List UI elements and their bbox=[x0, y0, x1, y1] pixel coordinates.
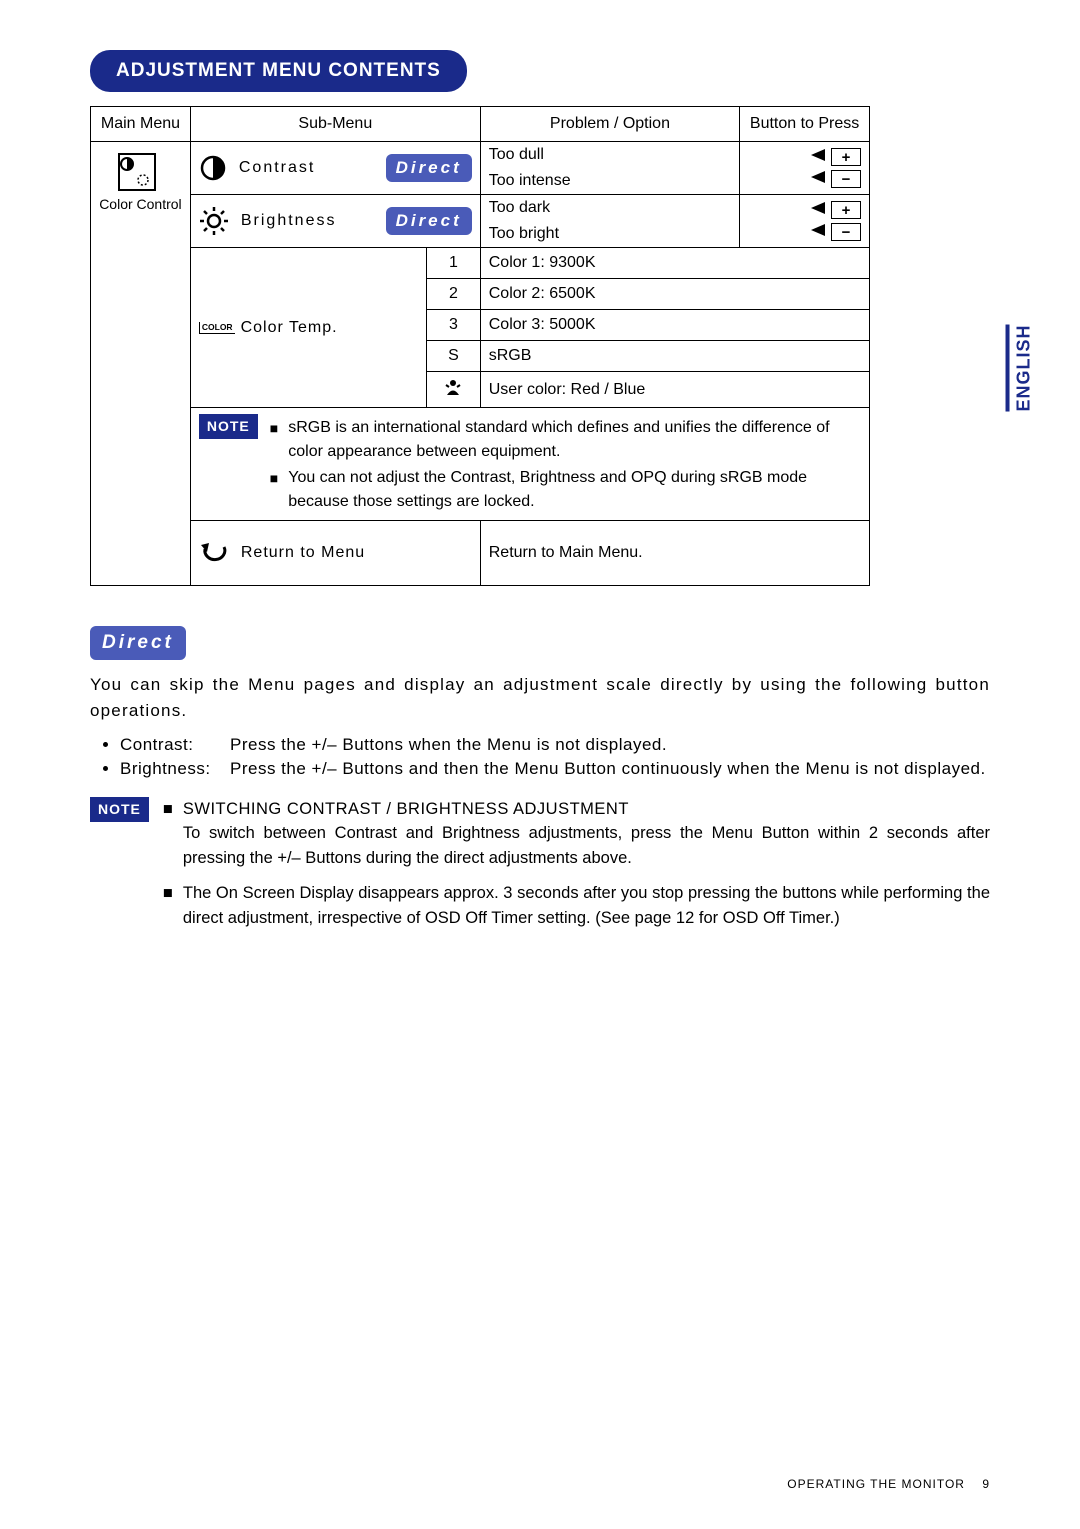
brightness-options: Too dark Too bright bbox=[480, 195, 739, 248]
page-title-pill: ADJUSTMENT MENU CONTENTS bbox=[90, 50, 467, 92]
brightness-icon bbox=[199, 206, 229, 236]
direct-item-brightness: Brightness: Press the +/– Buttons and th… bbox=[120, 759, 990, 779]
colortemp-key-s: S bbox=[427, 341, 481, 372]
contrast-opt-dull: Too dull bbox=[481, 142, 739, 168]
header-main-menu: Main Menu bbox=[91, 107, 191, 142]
contrast-icon bbox=[199, 154, 227, 182]
direct-term-contrast: Contrast: bbox=[120, 735, 230, 755]
pointer-icon bbox=[811, 201, 827, 219]
page-footer: OPERATING THE MONITOR 9 bbox=[787, 1477, 990, 1491]
contrast-label: Contrast bbox=[239, 159, 315, 177]
language-tab: ENGLISH bbox=[1006, 325, 1035, 412]
note-cell: NOTE ■sRGB is an international standard … bbox=[190, 408, 869, 521]
direct-note-badge: NOTE bbox=[90, 797, 149, 822]
colortemp-key-user bbox=[427, 372, 481, 408]
contrast-buttons: + − bbox=[740, 142, 870, 195]
adjustment-menu-table: Main Menu Sub-Menu Problem / Option Butt… bbox=[90, 106, 870, 586]
brightness-label: Brightness bbox=[241, 212, 337, 230]
direct-intro: You can skip the Menu pages and display … bbox=[90, 672, 990, 725]
pointer-icon bbox=[811, 148, 827, 166]
brightness-opt-bright: Too bright bbox=[481, 221, 739, 247]
direct-bullet-list: Contrast: Press the +/– Buttons when the… bbox=[90, 735, 990, 779]
footer-page: 9 bbox=[982, 1477, 990, 1491]
main-menu-label: Color Control bbox=[99, 196, 182, 212]
switching-title: SWITCHING CONTRAST / BRIGHTNESS ADJUSTME… bbox=[183, 797, 990, 822]
colortemp-label: Color Temp. bbox=[241, 319, 338, 337]
brightness-opt-dark: Too dark bbox=[481, 195, 739, 221]
brightness-buttons: + − bbox=[740, 195, 870, 248]
return-icon bbox=[199, 541, 229, 565]
contrast-cell: Contrast Direct bbox=[190, 142, 480, 195]
direct-desc-contrast: Press the +/– Buttons when the Menu is n… bbox=[230, 735, 667, 755]
header-problem: Problem / Option bbox=[480, 107, 739, 142]
colortemp-val-2: Color 2: 6500K bbox=[480, 279, 869, 310]
pointer-icon bbox=[811, 223, 827, 241]
header-button: Button to Press bbox=[740, 107, 870, 142]
note-text-2: You can not adjust the Contrast, Brightn… bbox=[288, 466, 861, 514]
direct-term-brightness: Brightness: bbox=[120, 759, 230, 779]
plus-button[interactable]: + bbox=[831, 148, 861, 166]
direct-section-badge: Direct bbox=[90, 626, 186, 660]
colortemp-key-3: 3 bbox=[427, 310, 481, 341]
person-icon bbox=[444, 378, 462, 396]
colortemp-box-icon: COLOR bbox=[199, 322, 235, 334]
colortemp-val-3: Color 3: 5000K bbox=[480, 310, 869, 341]
return-label: Return to Menu bbox=[241, 544, 365, 562]
page-title: ADJUSTMENT MENU CONTENTS bbox=[116, 60, 441, 81]
colortemp-val-1: Color 1: 9300K bbox=[480, 248, 869, 279]
header-sub-menu: Sub-Menu bbox=[190, 107, 480, 142]
language-tab-label: ENGLISH bbox=[1014, 325, 1034, 412]
direct-note-block: NOTE ■ SWITCHING CONTRAST / BRIGHTNESS A… bbox=[90, 797, 990, 941]
switching-body: To switch between Contrast and Brightnes… bbox=[183, 821, 990, 871]
plus-button[interactable]: + bbox=[831, 201, 861, 219]
contrast-options: Too dull Too intense bbox=[480, 142, 739, 195]
colortemp-val-s: sRGB bbox=[480, 341, 869, 372]
return-desc: Return to Main Menu. bbox=[480, 521, 869, 586]
colortemp-key-2: 2 bbox=[427, 279, 481, 310]
direct-section: Direct You can skip the Menu pages and d… bbox=[90, 626, 990, 940]
note-badge: NOTE bbox=[199, 414, 258, 439]
main-menu-cell: Color Control bbox=[91, 142, 191, 586]
direct-desc-brightness: Press the +/– Buttons and then the Menu … bbox=[230, 759, 990, 779]
brightness-direct-badge: Direct bbox=[386, 207, 472, 235]
pointer-icon bbox=[811, 170, 827, 188]
footer-label: OPERATING THE MONITOR bbox=[787, 1477, 965, 1491]
contrast-opt-intense: Too intense bbox=[481, 168, 739, 194]
colortemp-val-user: User color: Red / Blue bbox=[480, 372, 869, 408]
color-control-icon bbox=[117, 152, 157, 192]
osd-body: The On Screen Display disappears approx.… bbox=[183, 881, 990, 931]
return-cell: Return to Menu bbox=[190, 521, 480, 586]
colortemp-key-1: 1 bbox=[427, 248, 481, 279]
minus-button[interactable]: − bbox=[831, 170, 861, 188]
minus-button[interactable]: − bbox=[831, 223, 861, 241]
contrast-direct-badge: Direct bbox=[386, 154, 472, 182]
colortemp-label-cell: COLOR Color Temp. bbox=[190, 248, 426, 408]
note-text-1: sRGB is an international standard which … bbox=[288, 416, 861, 464]
direct-item-contrast: Contrast: Press the +/– Buttons when the… bbox=[120, 735, 990, 755]
brightness-cell: Brightness Direct bbox=[190, 195, 480, 248]
